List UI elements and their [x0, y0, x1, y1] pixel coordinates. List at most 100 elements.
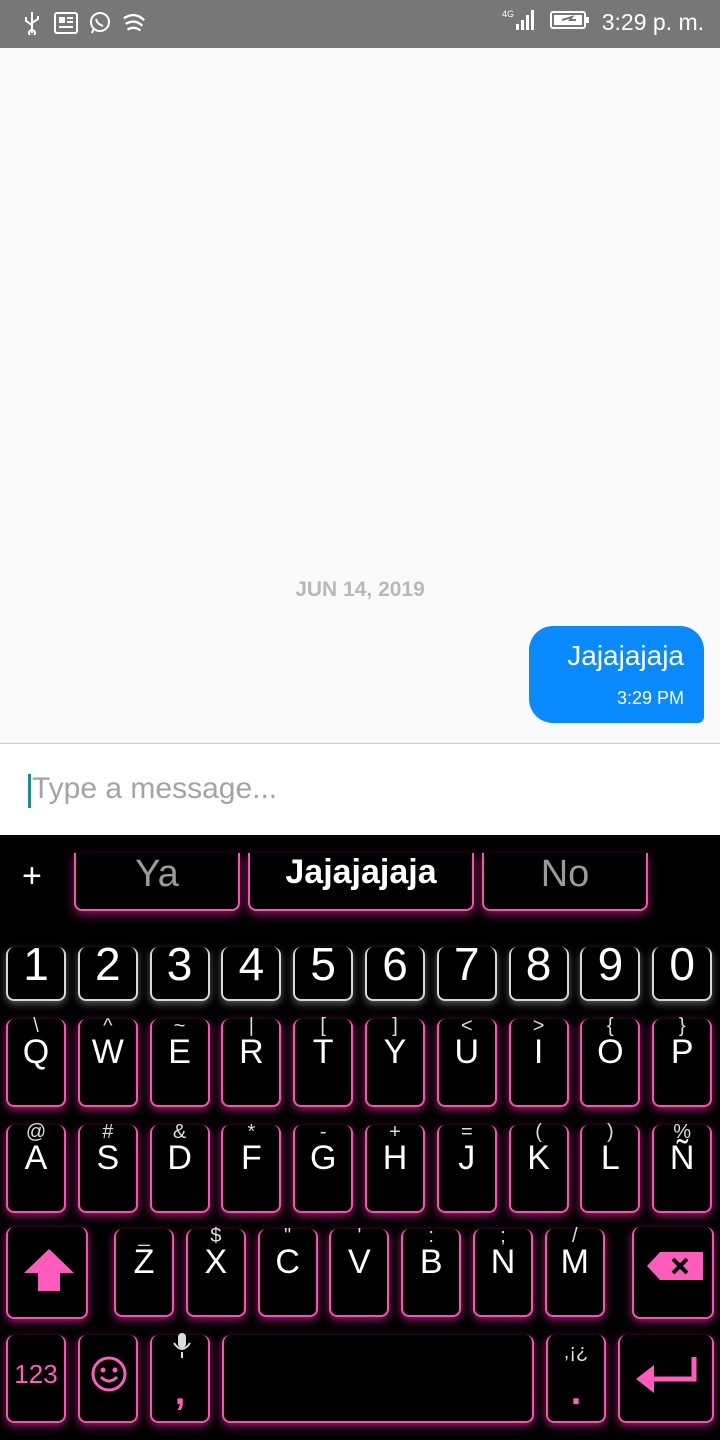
key-6[interactable]: 6 — [365, 938, 425, 1001]
key-i[interactable]: > I — [508, 1015, 569, 1107]
key-d-label: D — [167, 1139, 192, 1177]
signal-icon: 4G — [502, 8, 538, 37]
key-k-label: K — [527, 1139, 550, 1177]
key-9-label: 9 — [597, 938, 624, 990]
key-u[interactable]: < U — [436, 1015, 497, 1107]
emoji-key[interactable] — [78, 1335, 138, 1423]
comma-key[interactable]: , — [150, 1333, 210, 1423]
key-o[interactable]: {O — [580, 1015, 641, 1107]
key-j[interactable]: = J — [436, 1121, 497, 1213]
key-h[interactable]: + H — [365, 1121, 425, 1213]
microphone-icon — [173, 1333, 191, 1358]
key-8[interactable]: 8 — [508, 938, 569, 1001]
key-z[interactable]: _ Z — [114, 1225, 174, 1317]
key-ñ-label: Ñ — [669, 1139, 695, 1177]
period-label: . — [570, 1371, 582, 1413]
key-8-label: 8 — [525, 938, 552, 990]
key-q[interactable]: \ Q — [6, 1015, 66, 1107]
key-s-label: S — [96, 1139, 120, 1177]
key-i-label: I — [533, 1033, 544, 1071]
key-9[interactable]: 9 — [580, 938, 641, 1001]
numbers-key[interactable]: 123 — [6, 1335, 66, 1423]
key-x-label: X — [204, 1243, 228, 1281]
message-thread[interactable]: JUN 14, 2019 Jajajajaja 3:29 PM — [0, 48, 720, 743]
backspace-icon — [647, 1252, 703, 1280]
key-m-label: M — [560, 1243, 589, 1281]
numbers-key-label: 123 — [14, 1359, 58, 1389]
key-c[interactable]: " C — [257, 1225, 318, 1317]
key-5-label: 5 — [310, 938, 336, 990]
period-key[interactable]: ,¡¿ . — [546, 1335, 606, 1423]
enter-key[interactable] — [618, 1335, 714, 1423]
key-a-label: A — [24, 1139, 48, 1177]
key-p[interactable]: } P — [652, 1015, 713, 1107]
message-timestamp: 3:29 PM — [616, 688, 684, 708]
key-p-label: P — [670, 1033, 694, 1071]
message-input[interactable] — [32, 766, 692, 812]
backspace-key[interactable] — [632, 1227, 714, 1319]
key-ñ[interactable]: % Ñ — [652, 1121, 713, 1213]
suggestion-right[interactable]: No — [482, 853, 648, 911]
key-2-label: 2 — [95, 938, 121, 990]
key-f-label: F — [241, 1139, 262, 1177]
swiftkey-icon — [122, 10, 146, 36]
plus-icon[interactable]: + — [22, 857, 42, 896]
key-d[interactable]: & D — [149, 1121, 210, 1213]
key-b-label: B — [419, 1243, 443, 1281]
space-key[interactable] — [222, 1335, 534, 1423]
key-k[interactable]: (K — [508, 1121, 569, 1213]
key-4-label: 4 — [238, 938, 265, 990]
usb-icon — [20, 10, 44, 36]
key-r-label: R — [239, 1033, 264, 1071]
suggestion-center[interactable]: Jajajajaja — [248, 853, 474, 911]
key-0[interactable]: 0 — [652, 938, 713, 1001]
key-x[interactable]: $ X — [185, 1225, 246, 1317]
period-key-sub: ,¡¿ — [563, 1341, 589, 1363]
key-j-label: J — [458, 1139, 476, 1177]
key-h-label: H — [382, 1139, 408, 1177]
date-separator: JUN 14, 2019 — [295, 578, 425, 601]
key-w-label: W — [91, 1033, 124, 1071]
key-w[interactable]: ^ W — [77, 1015, 138, 1107]
key-1[interactable]: 1 — [6, 938, 66, 1001]
key-l[interactable]: ) L — [580, 1121, 641, 1213]
key-5[interactable]: 5 — [293, 938, 354, 1001]
key-g-label: G — [309, 1139, 337, 1177]
status-time: 3:29 p. m. — [601, 9, 704, 35]
status-bar: 4G 3:29 p. m. — [0, 0, 720, 48]
whatsapp-icon — [88, 10, 112, 36]
key-3[interactable]: 3 — [149, 938, 210, 1001]
key-l-label: L — [600, 1139, 620, 1177]
key-f[interactable]: * F — [221, 1121, 282, 1213]
comma-label: , — [174, 1371, 186, 1413]
message-bubble-outgoing[interactable]: Jajajajaja 3:29 PM — [529, 626, 704, 723]
key-r[interactable]: | R — [221, 1015, 282, 1107]
key-n[interactable]: ; N — [473, 1225, 533, 1317]
key-7-label: 7 — [454, 938, 480, 990]
key-y[interactable]: ] Y — [365, 1015, 425, 1107]
key-e[interactable]: ~ E — [149, 1015, 210, 1107]
suggestion-left[interactable]: Ya — [74, 853, 240, 911]
key-q-label: Q — [22, 1033, 50, 1071]
key-m[interactable]: / M — [544, 1225, 605, 1317]
key-4[interactable]: 4 — [221, 938, 282, 1001]
key-c-label: C — [275, 1243, 300, 1281]
key-2[interactable]: 2 — [77, 938, 138, 1001]
key-e-label: E — [168, 1033, 191, 1071]
key-a[interactable]: @ A — [6, 1121, 66, 1213]
key-7[interactable]: 7 — [436, 938, 497, 1001]
key-u-label: U — [454, 1033, 480, 1071]
key-s[interactable]: # S — [77, 1121, 138, 1213]
key-1-label: 1 — [23, 938, 49, 990]
key-0-label: 0 — [669, 938, 695, 990]
key-g[interactable]: -G — [293, 1121, 354, 1213]
network-type-label: 4G — [502, 9, 514, 19]
key-v[interactable]: ' V — [329, 1225, 390, 1317]
key-y-label: Y — [383, 1033, 407, 1071]
key-t[interactable]: [T — [293, 1015, 354, 1107]
key-3-label: 3 — [166, 938, 193, 990]
key-b[interactable]: :B — [401, 1225, 462, 1317]
shift-key[interactable] — [6, 1227, 88, 1319]
compose-bar — [0, 743, 720, 836]
enter-icon — [636, 1357, 697, 1393]
